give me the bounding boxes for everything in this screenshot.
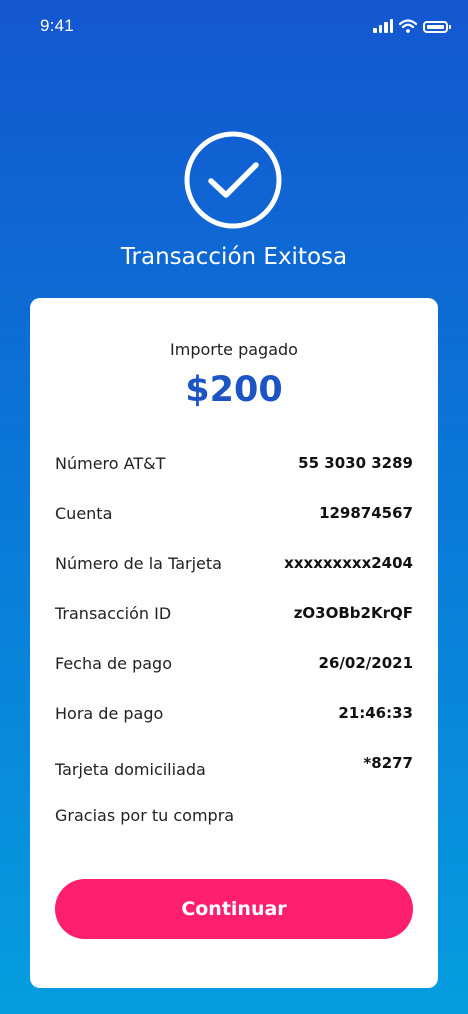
detail-label: Tarjeta domiciliada [55, 760, 206, 779]
detail-value: zO3OBb2KrQF [293, 604, 413, 622]
detail-row-fecha-pago: Fecha de pago 26/02/2021 [55, 654, 413, 704]
thanks-message: Gracias por tu compra [55, 806, 235, 825]
details-list: Número AT&T 55 3030 3289 Cuenta 12987456… [55, 454, 413, 804]
detail-value: 21:46:33 [338, 704, 413, 722]
amount-value: $200 [185, 370, 283, 410]
detail-row-numero-att: Número AT&T 55 3030 3289 [55, 454, 413, 504]
detail-row-hora-pago: Hora de pago 21:46:33 [55, 704, 413, 754]
status-time: 9:41 [40, 16, 74, 35]
amount-label: Importe pagado [170, 340, 298, 359]
detail-label: Fecha de pago [55, 654, 172, 673]
wifi-icon [399, 19, 417, 33]
detail-row-cuenta: Cuenta 129874567 [55, 504, 413, 554]
status-bar: 9:41 [0, 0, 468, 52]
check-circle-icon [184, 131, 282, 229]
status-icons [373, 19, 451, 33]
detail-row-tarjeta-domiciliada: Tarjeta domiciliada *8277 [55, 754, 413, 804]
receipt-card: Importe pagado $200 Número AT&T 55 3030 … [30, 298, 438, 988]
detail-value: xxxxxxxxx2404 [284, 554, 413, 572]
detail-label: Hora de pago [55, 704, 164, 723]
detail-value: *8277 [363, 754, 413, 772]
continue-button[interactable]: Continuar [55, 879, 413, 939]
detail-row-transaccion-id: Transacción ID zO3OBb2KrQF [55, 604, 413, 654]
detail-row-numero-tarjeta: Número de la Tarjeta xxxxxxxxx2404 [55, 554, 413, 604]
detail-label: Número de la Tarjeta [55, 554, 222, 573]
page-title: Transacción Exitosa [120, 244, 348, 270]
signal-icon [373, 19, 393, 33]
detail-value: 129874567 [319, 504, 413, 522]
detail-label: Cuenta [55, 504, 113, 523]
detail-label: Número AT&T [55, 454, 166, 473]
detail-value: 55 3030 3289 [298, 454, 413, 472]
detail-value: 26/02/2021 [318, 654, 413, 672]
payment-success-screen: 9:41 Transacción Exitosa Importe pagado … [0, 0, 468, 1014]
detail-label: Transacción ID [55, 604, 172, 623]
battery-icon [423, 21, 451, 33]
